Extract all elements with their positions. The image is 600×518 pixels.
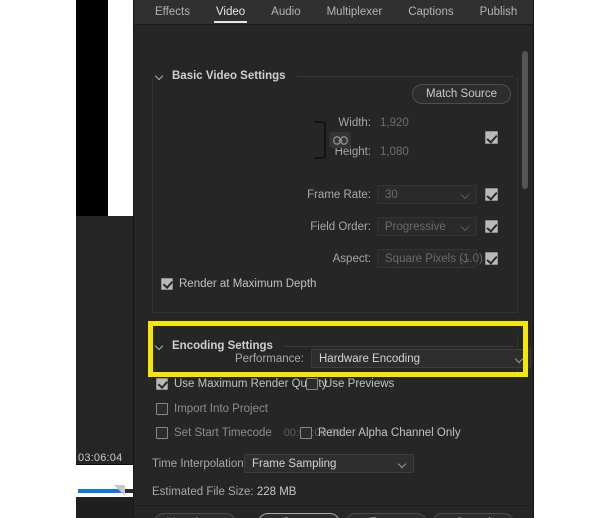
- width-height-enable-checkbox[interactable]: [485, 131, 498, 144]
- time-interpolation-label: Time Interpolation:: [152, 458, 247, 470]
- width-label: Width:: [338, 117, 371, 129]
- render-alpha-channel-only-row[interactable]: Render Alpha Channel Only: [300, 427, 461, 439]
- tab-multiplexer-label: Multiplexer: [326, 6, 383, 18]
- tab-audio[interactable]: Audio: [258, 0, 313, 25]
- background-panel-middle: [76, 216, 133, 465]
- export-button[interactable]: Export: [345, 513, 427, 518]
- chevron-down-icon: [462, 192, 469, 199]
- performance-value: Hardware Encoding: [319, 352, 421, 365]
- chevron-down-icon: [399, 461, 406, 468]
- performance-label: Performance:: [234, 353, 304, 365]
- field-order-label: Field Order:: [310, 221, 371, 233]
- program-monitor-black-area: [76, 0, 108, 216]
- tab-publish[interactable]: Publish: [467, 0, 531, 25]
- cancel-button[interactable]: Cancel: [432, 513, 514, 518]
- settings-body: Basic Video Settings Match Source Width:…: [134, 25, 533, 518]
- basic-video-settings-title: Basic Video Settings: [172, 70, 286, 82]
- tab-publish-label: Publish: [479, 6, 518, 18]
- performance-select[interactable]: Hardware Encoding: [311, 349, 531, 368]
- estimated-file-size-label: Estimated File Size:: [152, 486, 254, 498]
- tab-effects-label: Effects: [155, 6, 190, 18]
- height-label: Height:: [334, 146, 371, 158]
- width-value[interactable]: 1,920: [380, 117, 409, 129]
- match-source-label: Match Source: [426, 88, 497, 100]
- settings-tabbar: Effects Video Audio Multiplexer Captions…: [134, 0, 533, 25]
- estimated-file-size-value: 228 MB: [256, 486, 297, 498]
- use-maximum-render-quality-row[interactable]: Use Maximum Render Quality: [156, 378, 327, 390]
- time-interpolation-value: Frame Sampling: [252, 457, 337, 470]
- height-value[interactable]: 1,080: [380, 146, 409, 158]
- aspect-enable-checkbox[interactable]: [485, 252, 498, 265]
- playhead-marker[interactable]: [114, 485, 125, 496]
- queue-button[interactable]: Queue: [258, 513, 340, 518]
- footer-divider: [134, 505, 533, 506]
- chevron-down-icon: [462, 256, 469, 263]
- tab-captions-label: Captions: [408, 6, 454, 18]
- encoding-settings-title: Encoding Settings: [172, 340, 273, 352]
- export-settings-panel: Effects Video Audio Multiplexer Captions…: [133, 0, 534, 518]
- use-maximum-render-quality-checkbox[interactable]: [156, 378, 168, 390]
- frame-rate-select[interactable]: 30: [377, 185, 477, 204]
- timecode-display: 03:06:04: [78, 452, 123, 464]
- import-into-project-row[interactable]: Import Into Project: [156, 403, 268, 415]
- import-into-project-checkbox[interactable]: [156, 403, 168, 415]
- render-alpha-channel-only-checkbox[interactable]: [300, 427, 312, 439]
- basic-video-settings-header[interactable]: Basic Video Settings: [156, 70, 514, 82]
- render-at-maximum-depth-checkbox[interactable]: [161, 278, 173, 290]
- group-rule: [283, 345, 514, 347]
- import-into-project-label: Import Into Project: [174, 403, 268, 415]
- frame-rate-enable-checkbox[interactable]: [485, 188, 498, 201]
- background-panel-bottom: [76, 497, 133, 518]
- metadata-button[interactable]: Metadata...: [154, 513, 236, 518]
- background-panel-divider: [76, 464, 133, 465]
- chevron-down-icon[interactable]: [156, 342, 165, 351]
- tab-effects[interactable]: Effects: [142, 0, 203, 25]
- chevron-down-icon: [516, 356, 523, 363]
- chevron-down-icon[interactable]: [156, 72, 165, 81]
- link-icon[interactable]: [329, 132, 351, 148]
- screenshot-root: 03:06:04 Effects Video Audio Multiplexer…: [0, 0, 600, 518]
- time-interpolation-select[interactable]: Frame Sampling: [244, 454, 414, 473]
- field-order-enable-checkbox[interactable]: [485, 220, 498, 233]
- aspect-label: Aspect:: [332, 253, 371, 265]
- field-order-value: Progressive: [385, 220, 446, 233]
- field-order-select[interactable]: Progressive: [377, 217, 477, 236]
- render-at-maximum-depth-label: Render at Maximum Depth: [179, 278, 317, 290]
- use-maximum-render-quality-label: Use Maximum Render Quality: [174, 378, 328, 390]
- dimension-link-bracket: [314, 121, 326, 159]
- tab-multiplexer[interactable]: Multiplexer: [314, 0, 396, 25]
- tab-video-label: Video: [215, 6, 246, 18]
- estimated-file-size: Estimated File Size: 228 MB: [152, 486, 296, 498]
- set-start-timecode-label: Set Start Timecode: [174, 427, 272, 439]
- render-at-maximum-depth-row[interactable]: Render at Maximum Depth: [161, 278, 316, 290]
- use-previews-label: Use Previews: [324, 378, 395, 390]
- use-previews-checkbox[interactable]: [306, 378, 318, 390]
- set-start-timecode-checkbox[interactable]: [156, 427, 168, 439]
- vertical-scrollbar[interactable]: [522, 51, 528, 189]
- chevron-down-icon: [462, 224, 469, 231]
- match-source-button[interactable]: Match Source: [412, 84, 511, 104]
- tab-audio-label: Audio: [271, 6, 301, 18]
- render-alpha-channel-only-label: Render Alpha Channel Only: [318, 427, 461, 439]
- aspect-select[interactable]: Square Pixels (1.0): [377, 249, 483, 268]
- tab-captions[interactable]: Captions: [395, 0, 466, 25]
- tab-video[interactable]: Video: [203, 0, 258, 25]
- frame-rate-value: 30: [385, 188, 398, 201]
- frame-rate-label: Frame Rate:: [307, 189, 371, 201]
- group-rule: [296, 75, 514, 77]
- use-previews-row[interactable]: Use Previews: [306, 378, 394, 390]
